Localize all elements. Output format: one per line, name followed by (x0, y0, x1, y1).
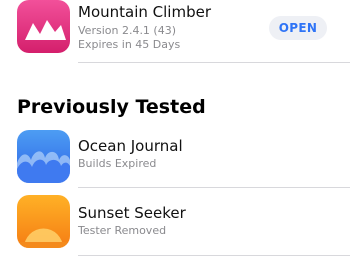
divider (78, 255, 350, 256)
app-name: Mountain Climber (78, 3, 211, 21)
app-status: Builds Expired (78, 157, 157, 170)
app-version: Version 2.4.1 (43) (78, 24, 177, 37)
sunset-icon (17, 195, 70, 248)
app-row-ocean-journal[interactable]: Ocean Journal Builds Expired (0, 128, 350, 188)
app-row-sunset-seeker[interactable]: Sunset Seeker Tester Removed (0, 195, 350, 261)
section-title-previously-tested: Previously Tested (17, 96, 206, 118)
ocean-waves-icon (17, 130, 70, 183)
open-button[interactable]: OPEN (269, 16, 327, 40)
divider (78, 187, 350, 188)
app-name: Sunset Seeker (78, 204, 186, 222)
mountain-icon (17, 0, 70, 53)
app-status: Tester Removed (78, 224, 167, 237)
app-expiration: Expires in 45 Days (78, 38, 181, 51)
app-name: Ocean Journal (78, 137, 183, 155)
divider (78, 62, 350, 63)
app-row-mountain-climber[interactable]: Mountain Climber Version 2.4.1 (43) Expi… (0, 0, 350, 66)
